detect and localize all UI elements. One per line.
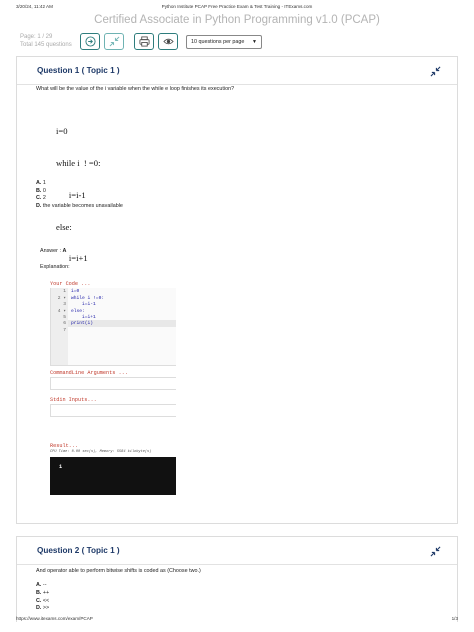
line-number: 7 [63, 327, 66, 333]
option-a: A. -- [36, 582, 47, 588]
question-header: Question 1 ( Topic 1 ) [17, 57, 457, 85]
question-text: What will be the value of the i variable… [36, 86, 235, 92]
answer: Answer : A [40, 248, 66, 254]
options-list: A. -- B. ++ C. << D. >> [36, 582, 49, 613]
line-number: 5 [63, 315, 66, 320]
code-line: while i ! =0: [56, 157, 101, 168]
print-header: 3/20/24, 11:42 AM Python Institute PCAP … [16, 4, 458, 12]
option-b: B. 0 [36, 187, 46, 194]
cmd-args-input[interactable] [50, 377, 176, 390]
page-title: Certified Associate in Python Programmin… [94, 14, 380, 26]
question-text: And operator able to perform bitwise shi… [36, 568, 201, 574]
per-page-value: 10 questions per page [191, 39, 245, 45]
collapse-arrows-icon[interactable] [430, 66, 441, 77]
code-line: i=0 [56, 126, 68, 137]
explanation-label: Explanation: [40, 264, 70, 270]
option-c: C. 2 [36, 195, 46, 202]
line-number: 4 ▾ [57, 308, 66, 314]
result-meta: CPU Time: 0.00 sec(s), Memory: 5584 kilo… [50, 450, 152, 454]
code-line: print(i) [71, 321, 94, 326]
result-output-panel: 1 [50, 457, 176, 495]
code-line: i=0 [71, 289, 80, 294]
line-number: 1 [63, 289, 66, 294]
chevron-down-icon: ▼ [252, 39, 257, 45]
page-indicator: Page: 1 / 29 [20, 34, 53, 40]
print-button[interactable] [134, 33, 154, 50]
option-c: C. << [36, 597, 50, 604]
line-number: 3 [63, 302, 66, 307]
code-line: else: [56, 221, 72, 232]
print-page-number: 1/3 [451, 616, 458, 621]
option-d: D. >> [36, 605, 50, 612]
option-d: D. the variable becomes unavailable [36, 202, 123, 209]
question-title: Question 1 ( Topic 1 ) [37, 66, 120, 75]
line-number: 2 ▾ [57, 295, 66, 301]
answer-value: A [62, 248, 67, 254]
option-b: B. ++ [36, 589, 50, 596]
option-a: A. 1 [36, 180, 46, 186]
cmd-args-label: CommandLine Arguments ... [50, 370, 128, 376]
question-header: Question 2 ( Topic 1 ) [17, 537, 457, 565]
answer-label: Answer : [40, 248, 61, 254]
arrow-right-circle-icon [84, 36, 96, 47]
question-card: Question 2 ( Topic 1 ) [16, 536, 458, 622]
code-line: else: [71, 308, 85, 314]
eye-icon [162, 38, 174, 45]
total-questions: Total 145 questions [20, 42, 72, 48]
pager: Page: 1 / 29 Total 145 questions [20, 33, 72, 49]
code-line: i=i-1 [71, 302, 96, 307]
code-editor[interactable]: 1 2 ▾ 3 4 ▾ 5 6 7 i=0 while i !=0: i=i-1… [50, 288, 176, 366]
code-line: i=i+1 [56, 253, 88, 264]
code-line: i=i+1 [71, 315, 96, 320]
code-line: while i !=0: [71, 295, 105, 301]
stdin-label: Stdin Inputs... [50, 397, 97, 403]
printer-icon [139, 36, 149, 47]
print-footer: https://www.itexams.com/exam/PCAP 1/3 [16, 616, 458, 624]
line-number: 6 [63, 321, 66, 326]
result-output: 1 [59, 464, 63, 470]
collapse-arrows-icon [109, 36, 119, 47]
code-label: Your Code ... [50, 281, 91, 287]
per-page-select[interactable]: 10 questions per page ▼ [186, 35, 262, 49]
print-url: https://www.itexams.com/exam/PCAP [16, 616, 93, 621]
print-doc-title: Python Institute PCAP Free Practice Exam… [161, 4, 313, 9]
next-page-button[interactable] [80, 33, 100, 50]
options-list: A. 1 B. 0 C. 2 D. the variable becomes u… [36, 180, 123, 210]
result-label: Result... [50, 443, 79, 449]
stdin-input[interactable] [50, 404, 176, 417]
collapse-arrows-icon[interactable] [430, 546, 441, 557]
view-answers-button[interactable] [158, 33, 178, 50]
collapse-all-button[interactable] [104, 33, 124, 50]
question-title: Question 2 ( Topic 1 ) [37, 546, 120, 555]
